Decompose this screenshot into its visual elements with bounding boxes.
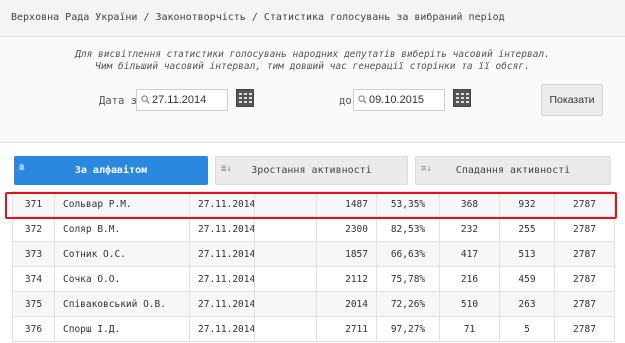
- value-col-5: 255: [499, 216, 555, 242]
- value-col-5: 932: [499, 191, 555, 217]
- start-date: 27.11.2014: [189, 241, 255, 267]
- total-votes: 2787: [554, 291, 615, 317]
- total-votes: 2787: [554, 216, 615, 242]
- total-votes: 2787: [554, 241, 615, 267]
- table-row[interactable]: 372 Соляр В.М. 27.11.2014 2300 82,53% 232 255 2…: [12, 216, 615, 242]
- calendar-icon[interactable]: [453, 89, 471, 107]
- deputies-table: 371 Сольвар Р.М. 27.11.2014 1487 53,35% 368 93…: [12, 191, 615, 342]
- value-col-4: 232: [439, 216, 500, 242]
- search-icon: [358, 95, 367, 104]
- show-button[interactable]: Показати: [541, 84, 603, 116]
- value-col-5: 459: [499, 266, 555, 292]
- activity-percent: 66,63%: [376, 241, 440, 267]
- votes-count: 1487: [316, 191, 377, 217]
- start-date: 27.11.2014: [189, 216, 255, 242]
- filter-hint-line1: Для висвітлення статистики голосувань на…: [75, 49, 550, 60]
- cell-blank: [254, 291, 317, 317]
- table-row[interactable]: 376 Спорш І.Д. 27.11.2014 2711 97,27% 71 5 2787: [12, 316, 615, 342]
- activity-percent: 53,35%: [376, 191, 440, 217]
- filter-hint-line2: Чим більший часовий інтервал, тим довший…: [95, 61, 530, 72]
- date-to-label: до: [339, 95, 352, 107]
- row-number: 374: [12, 266, 55, 292]
- cell-blank: [254, 241, 317, 267]
- sort-desc-icon: ≡↓: [421, 164, 432, 174]
- tab-activity-descending[interactable]: ≡↓ Спадання активності: [415, 156, 611, 185]
- sort-asc-icon: ≣↓: [221, 164, 232, 174]
- activity-percent: 72,26%: [376, 291, 440, 317]
- deputy-name[interactable]: Соляр В.М.: [54, 216, 190, 242]
- deputy-name[interactable]: Спорш І.Д.: [54, 316, 190, 342]
- breadcrumb-bar: Верховна Рада України / Законотворчість …: [0, 0, 625, 37]
- activity-percent: 97,27%: [376, 316, 440, 342]
- sort-alpha-icon: ☗: [19, 163, 25, 173]
- table-row[interactable]: 373 Сотник О.С. 27.11.2014 1857 66,63% 417 513…: [12, 241, 615, 267]
- votes-count: 2711: [316, 316, 377, 342]
- date-to-value: 09.10.2015: [369, 94, 425, 106]
- value-col-4: 216: [439, 266, 500, 292]
- total-votes: 2787: [554, 266, 615, 292]
- activity-percent: 75,78%: [376, 266, 440, 292]
- calendar-icon[interactable]: [236, 89, 254, 107]
- row-number: 372: [12, 216, 55, 242]
- tab-alphabetical-label: За алфавітом: [74, 165, 148, 176]
- start-date: 27.11.2014: [189, 291, 255, 317]
- votes-count: 2300: [316, 216, 377, 242]
- tab-activity-ascending-label: Зростання активності: [251, 165, 372, 176]
- cell-blank: [254, 216, 317, 242]
- table-row[interactable]: 374 Сочка О.О. 27.11.2014 2112 75,78% 216 459 2…: [12, 266, 615, 292]
- value-col-4: 71: [439, 316, 500, 342]
- row-number: 376: [12, 316, 55, 342]
- deputy-name[interactable]: Сольвар Р.М.: [54, 191, 190, 217]
- cell-blank: [254, 266, 317, 292]
- value-col-5: 5: [499, 316, 555, 342]
- cell-blank: [254, 316, 317, 342]
- cell-blank: [254, 191, 317, 217]
- activity-percent: 82,53%: [376, 216, 440, 242]
- date-from-label: Дата з: [99, 95, 137, 107]
- period-filter: Для висвітлення статистики голосувань на…: [0, 37, 625, 143]
- deputy-name[interactable]: Сотник О.С.: [54, 241, 190, 267]
- search-icon: [141, 95, 150, 104]
- row-number: 375: [12, 291, 55, 317]
- tab-alphabetical[interactable]: ☗ За алфавітом: [14, 156, 208, 185]
- date-from-value: 27.11.2014: [152, 94, 207, 106]
- start-date: 27.11.2014: [189, 316, 255, 342]
- value-col-4: 510: [439, 291, 500, 317]
- total-votes: 2787: [554, 191, 615, 217]
- table-row[interactable]: 375 Співаковський О.В. 27.11.2014 2014 72,26…: [12, 291, 615, 317]
- value-col-4: 417: [439, 241, 500, 267]
- total-votes: 2787: [554, 316, 615, 342]
- row-number: 373: [12, 241, 55, 267]
- value-col-5: 263: [499, 291, 555, 317]
- votes-count: 2014: [316, 291, 377, 317]
- value-col-5: 513: [499, 241, 555, 267]
- votes-count: 2112: [316, 266, 377, 292]
- value-col-4: 368: [439, 191, 500, 217]
- start-date: 27.11.2014: [189, 191, 255, 217]
- deputy-name[interactable]: Сочка О.О.: [54, 266, 190, 292]
- votes-count: 1857: [316, 241, 377, 267]
- tab-activity-ascending[interactable]: ≣↓ Зростання активності: [215, 156, 408, 185]
- breadcrumb[interactable]: Верховна Рада України / Законотворчість …: [11, 12, 505, 23]
- deputy-name[interactable]: Співаковський О.В.: [54, 291, 190, 317]
- date-from-input[interactable]: 27.11.2014: [136, 89, 228, 111]
- start-date: 27.11.2014: [189, 266, 255, 292]
- table-row[interactable]: 371 Сольвар Р.М. 27.11.2014 1487 53,35% 368 93…: [12, 191, 615, 217]
- date-to-input[interactable]: 09.10.2015: [353, 89, 445, 111]
- row-number: 371: [12, 191, 55, 217]
- tab-activity-descending-label: Спадання активності: [455, 165, 571, 176]
